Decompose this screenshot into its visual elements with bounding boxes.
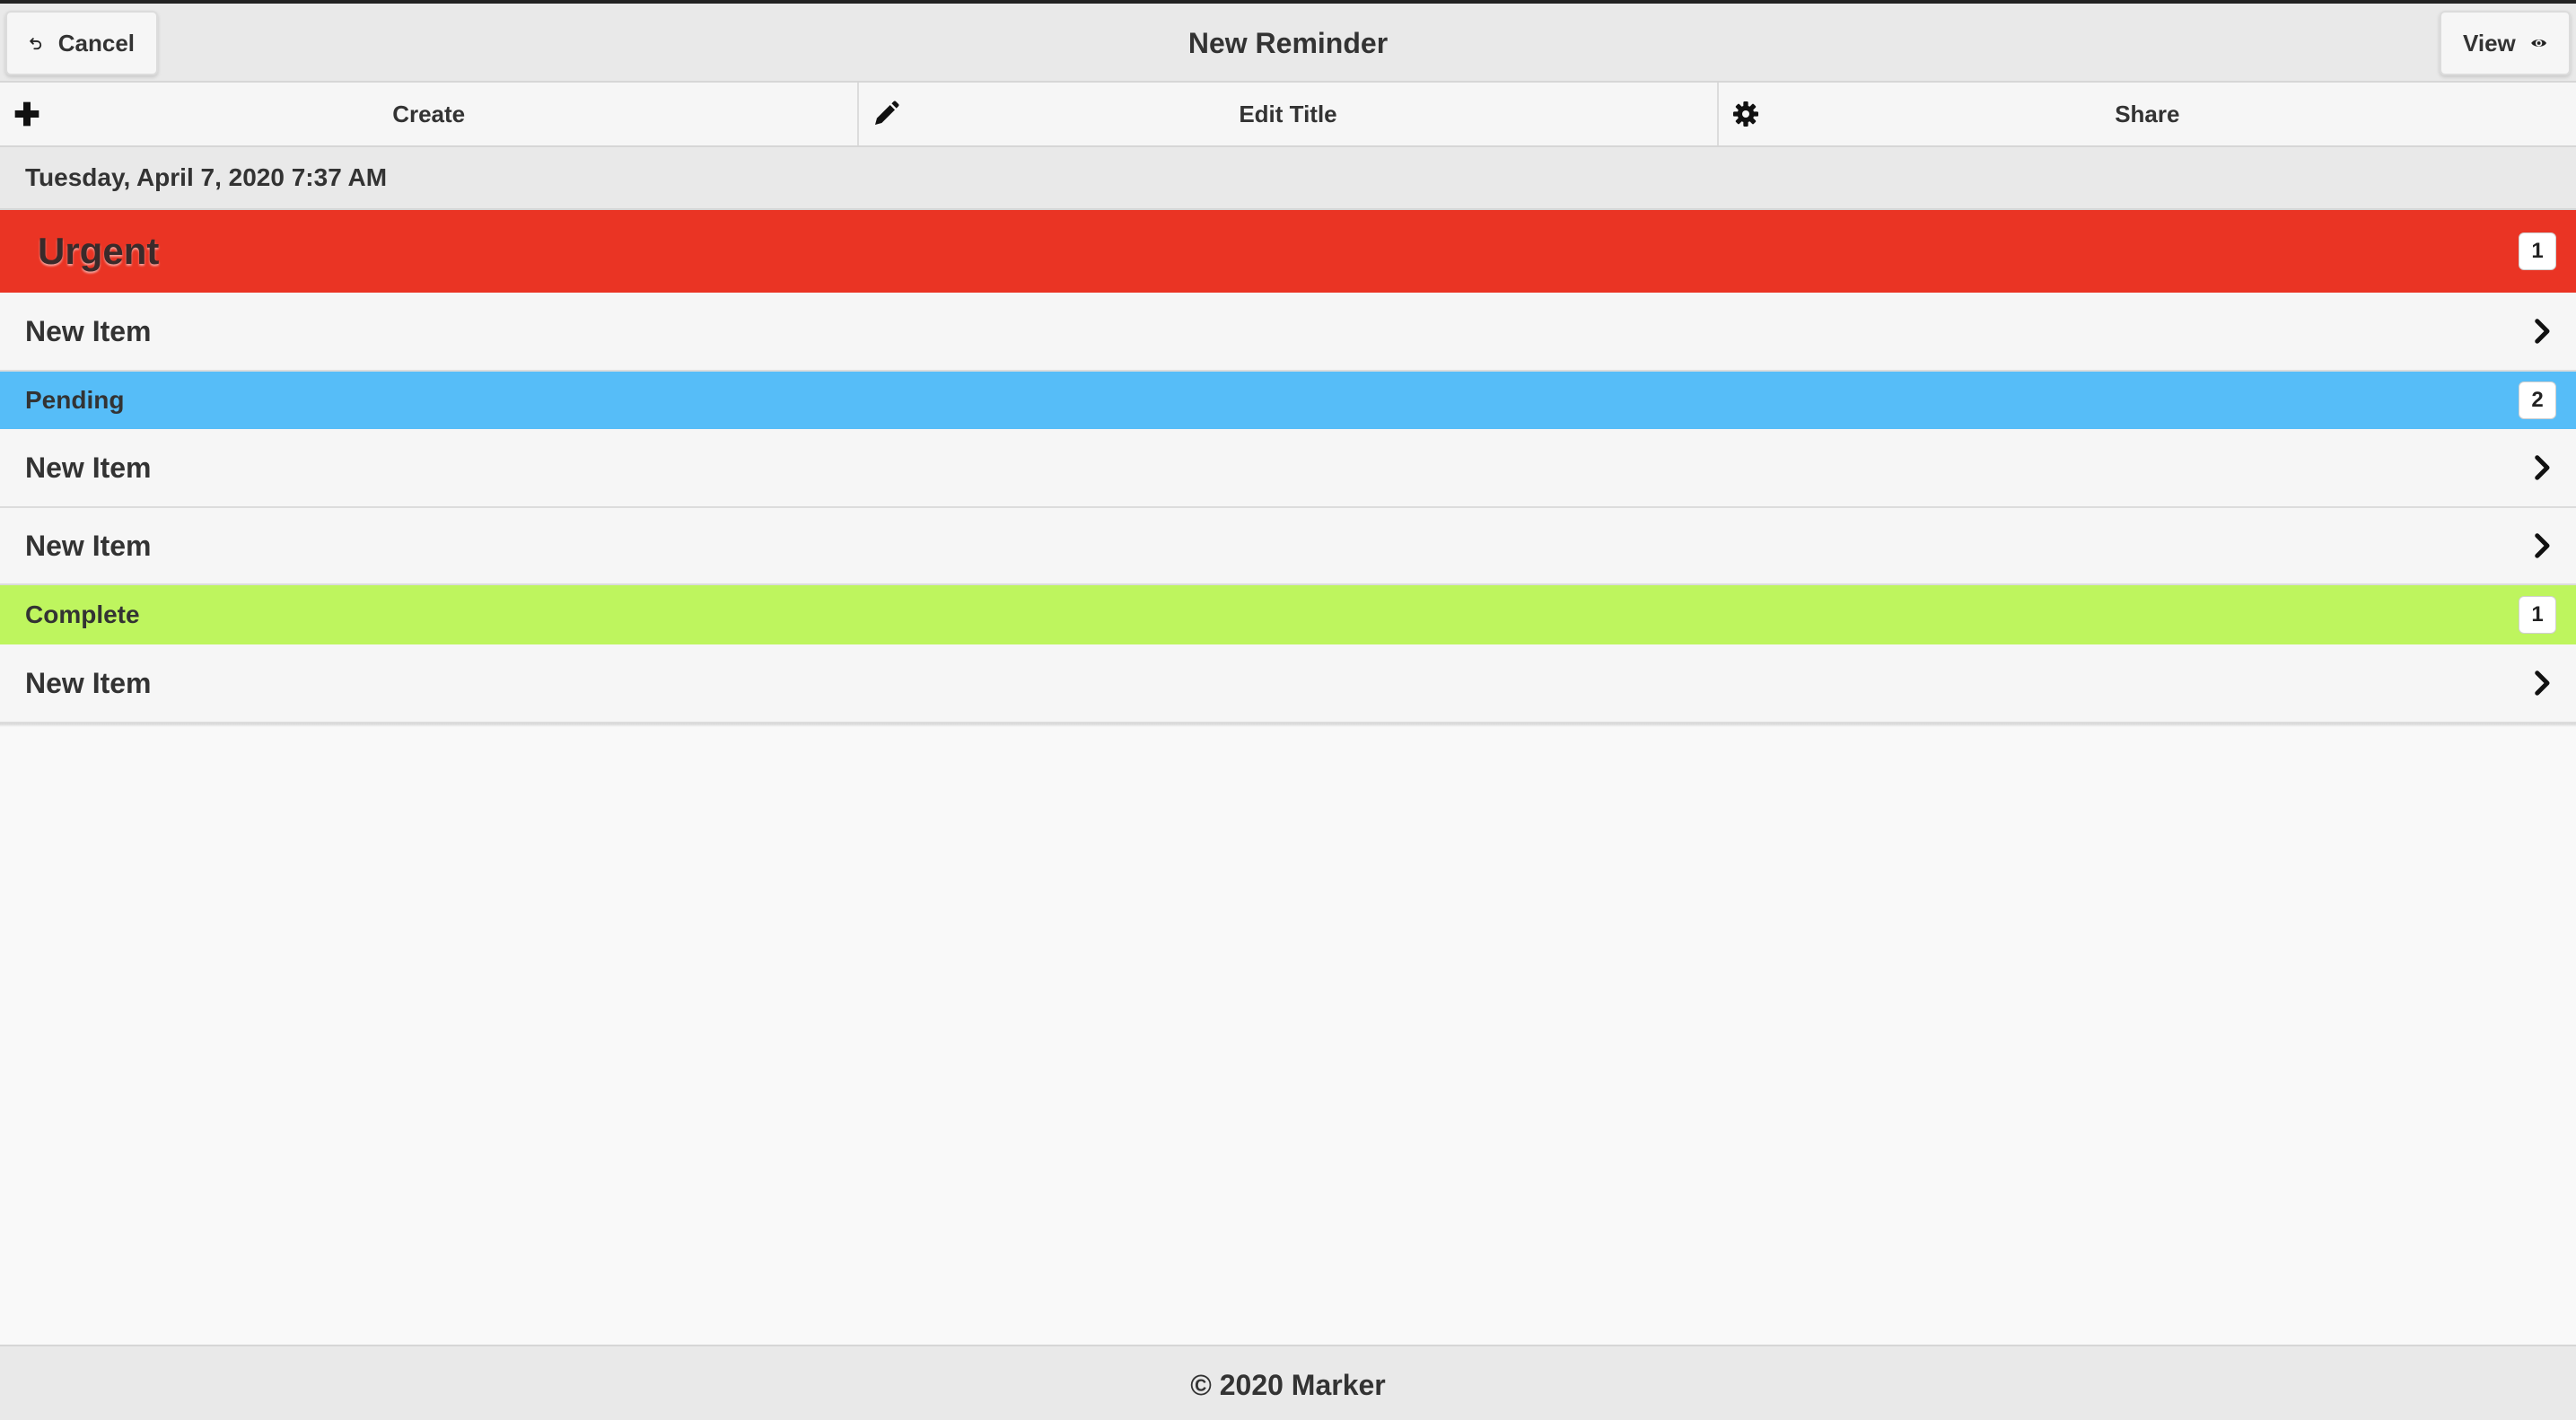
view-button[interactable]: View [2440, 11, 2571, 75]
count-badge: 2 [2519, 381, 2556, 419]
plus-icon [14, 101, 39, 127]
create-button[interactable]: Create [0, 83, 860, 145]
chevron-right-icon [2535, 533, 2550, 558]
edit-title-button-label: Edit Title [1239, 100, 1337, 127]
share-button[interactable]: Share [1719, 83, 2576, 145]
app-window: New Reminder Cancel View Create Edit Tit… [0, 0, 2576, 1420]
page-title: New Reminder [1187, 27, 1389, 59]
list-item-label: New Item [25, 314, 152, 347]
group-label: Pending [25, 386, 125, 414]
pencil-icon [875, 101, 899, 125]
count-badge: 1 [2519, 596, 2556, 634]
eye-icon [2530, 39, 2546, 47]
list-item-label: New Item [25, 451, 152, 484]
share-button-label: Share [2115, 100, 2180, 127]
group-header-pending: Pending 2 [0, 372, 2576, 429]
footer: © 2020 Marker [0, 1345, 2576, 1420]
group-label: Urgent [38, 230, 160, 272]
undo-icon [30, 38, 42, 50]
chevron-right-icon [2535, 671, 2550, 696]
group-label: Complete [25, 600, 140, 628]
list-item[interactable]: New Item [0, 293, 2576, 372]
list-shadow [0, 723, 2576, 727]
chevron-right-icon [2535, 455, 2550, 480]
list-item-label: New Item [25, 666, 152, 699]
date-divider: Tuesday, April 7, 2020 7:37 AM [0, 147, 2576, 210]
count-badge: 1 [2519, 232, 2556, 270]
list-item[interactable]: New Item [0, 429, 2576, 508]
list-item[interactable]: New Item [0, 508, 2576, 585]
list-item[interactable]: New Item [0, 644, 2576, 723]
cancel-button[interactable]: Cancel [5, 11, 158, 75]
edit-title-button[interactable]: Edit Title [859, 83, 1719, 145]
action-navbar: Create Edit Title Share [0, 83, 2576, 147]
create-button-label: Create [392, 100, 466, 127]
group-header-urgent: Urgent 1 [0, 210, 2576, 293]
cancel-button-label: Cancel [57, 29, 135, 57]
gear-icon [1732, 101, 1758, 127]
list-item-label: New Item [25, 529, 152, 562]
group-header-complete: Complete 1 [0, 585, 2576, 644]
view-button-label: View [2463, 29, 2516, 57]
header-bar: New Reminder Cancel View [0, 4, 2576, 83]
chevron-right-icon [2535, 319, 2550, 344]
